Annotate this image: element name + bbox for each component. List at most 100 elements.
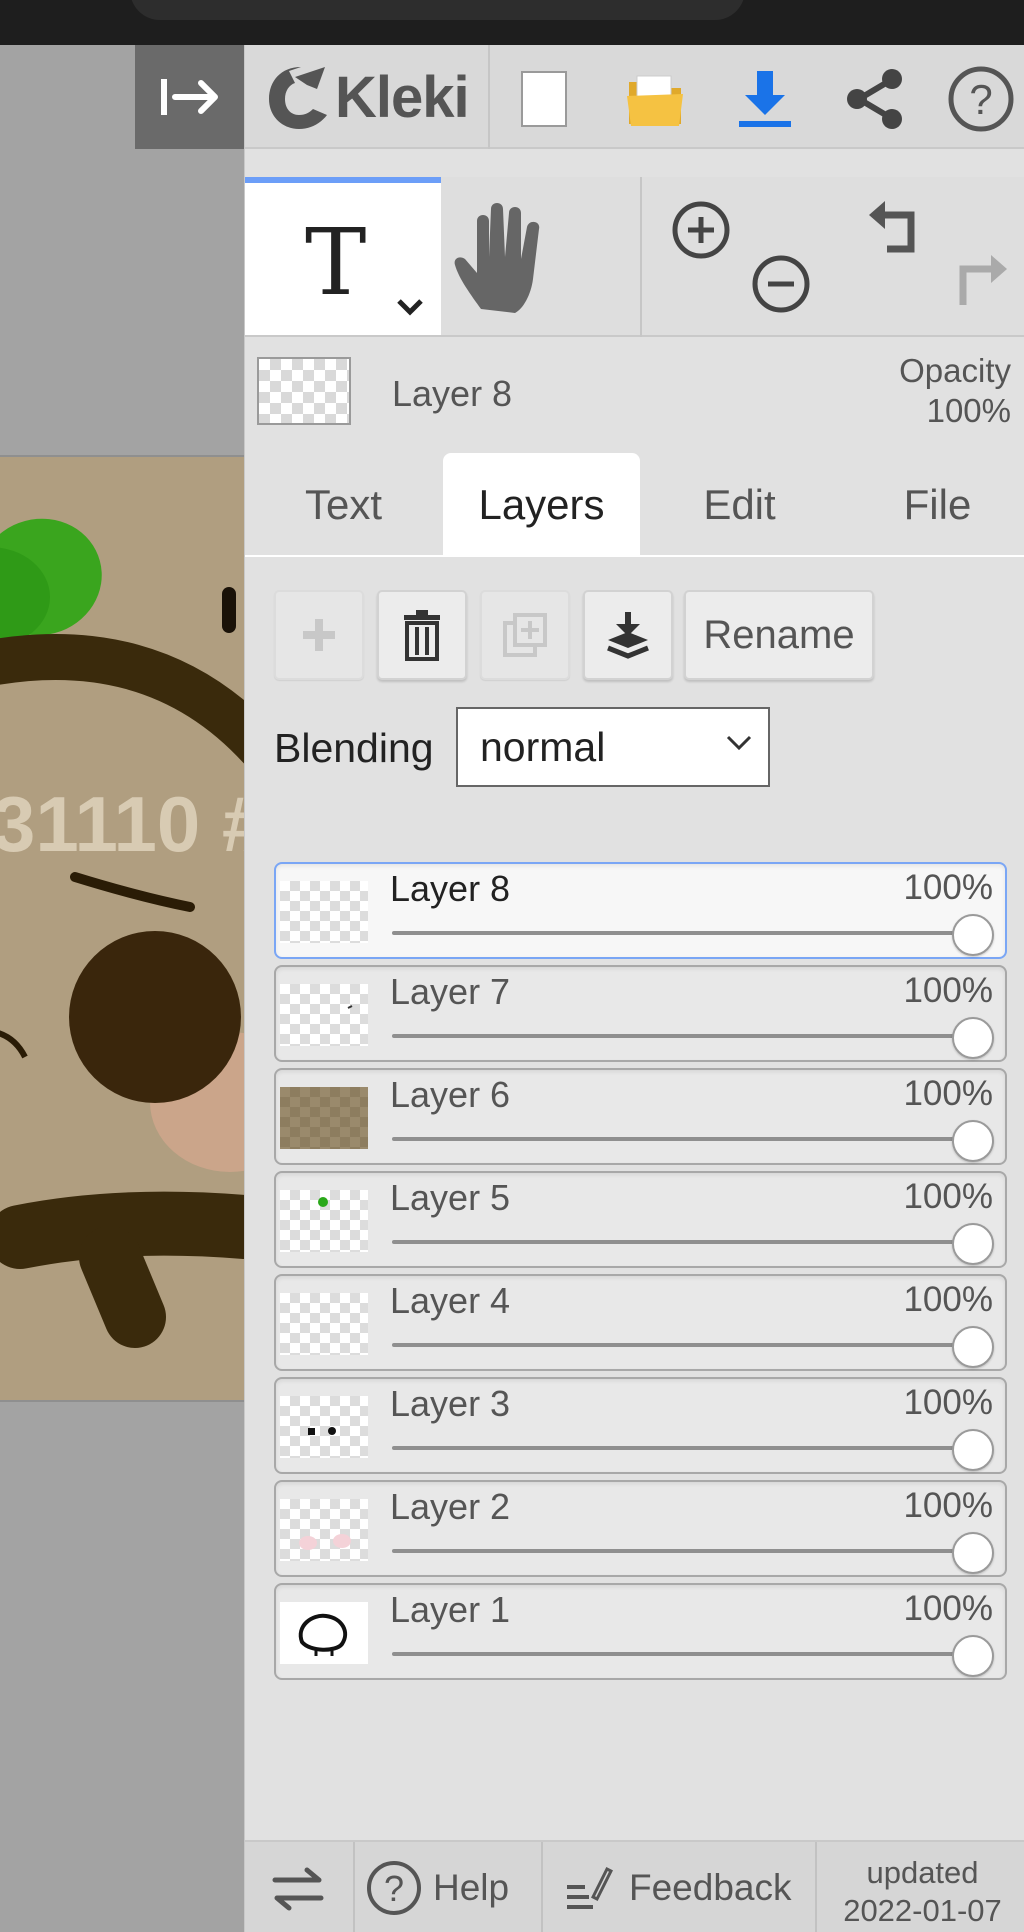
layer-opacity: 100%	[903, 971, 993, 1010]
layer-opacity-slider[interactable]	[392, 1652, 980, 1656]
feedback-link[interactable]: Feedback	[563, 1842, 792, 1932]
tool-divider	[640, 177, 642, 337]
chevron-down-icon	[726, 735, 752, 751]
layer-thumbnail	[280, 1087, 368, 1149]
layer-thumbnail-content	[298, 1613, 348, 1656]
text-tool-icon: T	[305, 209, 367, 316]
layer-item-4[interactable]: Layer 4 100%	[274, 1274, 1007, 1371]
opacity-value: 100%	[926, 392, 1011, 429]
current-layer-thumbnail	[257, 357, 351, 425]
help-link[interactable]: ? Help	[365, 1842, 509, 1932]
zoom-in-icon[interactable]	[670, 199, 732, 261]
redo-icon[interactable]	[949, 253, 1009, 313]
status-bar-pill	[130, 0, 745, 20]
merge-layer-button[interactable]	[583, 590, 673, 680]
footer-divider	[815, 1842, 817, 1932]
layer-item-7[interactable]: Layer 7 100%	[274, 965, 1007, 1062]
layer-name: Layer 5	[390, 1177, 511, 1218]
layer-opacity-slider[interactable]	[392, 931, 980, 935]
share-button[interactable]	[839, 63, 911, 135]
layer-opacity-slider[interactable]	[392, 1137, 980, 1141]
layer-item-2[interactable]: Layer 2 100%	[274, 1480, 1007, 1577]
hand-icon	[454, 203, 540, 313]
layer-opacity: 100%	[903, 1589, 993, 1628]
header-divider	[488, 45, 490, 149]
layer-opacity-handle[interactable]	[952, 1635, 994, 1677]
layer-thumbnail-content	[308, 1427, 336, 1435]
feedback-label: Feedback	[629, 1867, 792, 1908]
feedback-pencil-icon	[567, 1866, 613, 1909]
help-circle-icon: ?	[367, 1861, 421, 1915]
app-name: Kleki	[335, 64, 470, 130]
layer-item-8[interactable]: Layer 8 100%	[274, 862, 1007, 959]
panel-tabs: Text Layers Edit File	[245, 453, 1024, 557]
layer-opacity: 100%	[903, 1280, 993, 1319]
layer-item-6[interactable]: Layer 6 100%	[274, 1068, 1007, 1165]
layer-opacity: 100%	[903, 1074, 993, 1113]
chevron-down-icon[interactable]	[395, 297, 425, 317]
layer-opacity: 100%	[903, 1486, 993, 1525]
canvas-artwork	[0, 518, 244, 1348]
layer-opacity-slider[interactable]	[392, 1240, 980, 1244]
trash-icon	[404, 610, 440, 661]
layer-thumbnail	[280, 1499, 368, 1561]
drawing-canvas[interactable]: 31110 #	[0, 455, 244, 1402]
duplicate-icon	[503, 613, 547, 657]
opacity-label: Opacity	[899, 352, 1011, 389]
layer-opacity-handle[interactable]	[952, 1532, 994, 1574]
layer-name: Layer 7	[390, 971, 511, 1012]
layer-opacity-slider[interactable]	[392, 1034, 980, 1038]
layer-name: Layer 4	[390, 1280, 511, 1321]
duplicate-layer-button[interactable]	[480, 590, 570, 680]
footer-divider	[541, 1842, 543, 1932]
side-panel: Kleki ? T Layer 8 Opacity 100% Text Laye…	[244, 45, 1024, 1932]
layer-opacity-handle[interactable]	[952, 914, 994, 956]
share-icon	[847, 69, 902, 129]
layer-thumbnail	[280, 881, 368, 943]
help-label: Help	[433, 1867, 510, 1908]
layer-opacity-slider[interactable]	[392, 1446, 980, 1450]
collapse-panel-button[interactable]	[135, 45, 244, 149]
layer-opacity-slider[interactable]	[392, 1343, 980, 1347]
swap-side-button[interactable]	[271, 1842, 325, 1932]
svg-text:?: ?	[969, 76, 992, 123]
header-bar: Kleki ?	[245, 45, 1024, 149]
help-button[interactable]: ?	[945, 63, 1017, 135]
layer-opacity-handle[interactable]	[952, 1223, 994, 1265]
zoom-out-icon[interactable]	[750, 253, 812, 315]
add-layer-button[interactable]	[274, 590, 364, 680]
delete-layer-button[interactable]	[377, 590, 467, 680]
kleki-logo[interactable]: Kleki	[267, 61, 470, 133]
help-circle-icon: ?	[948, 66, 1014, 132]
layer-opacity-handle[interactable]	[952, 1017, 994, 1059]
text-tool-button[interactable]: T	[245, 177, 441, 335]
download-icon	[739, 71, 791, 127]
footer-divider	[353, 1842, 355, 1932]
tab-file[interactable]: File	[839, 453, 1024, 557]
folder-icon	[627, 75, 683, 126]
blending-select[interactable]: normal	[456, 707, 770, 787]
tab-text[interactable]: Text	[245, 453, 442, 557]
layer-item-3[interactable]: Layer 3 100%	[274, 1377, 1007, 1474]
layer-item-5[interactable]: Layer 5 100%	[274, 1171, 1007, 1268]
footer-bar: ? Help Feedback updated 2022-01-07	[245, 1840, 1024, 1932]
hand-tool-button[interactable]	[451, 199, 561, 319]
save-image-button[interactable]	[729, 63, 801, 135]
layer-opacity-handle[interactable]	[952, 1429, 994, 1471]
tab-edit[interactable]: Edit	[641, 453, 838, 557]
layer-name: Layer 8	[390, 868, 511, 909]
updated-label: updated	[866, 1855, 979, 1890]
layer-opacity-handle[interactable]	[952, 1120, 994, 1162]
layer-opacity-slider[interactable]	[392, 1549, 980, 1553]
layer-thumbnail-content	[347, 1005, 353, 1009]
open-image-button[interactable]	[619, 63, 691, 135]
canvas-watermark-text: 31110 #	[0, 780, 244, 868]
undo-icon[interactable]	[867, 199, 927, 259]
layer-opacity-handle[interactable]	[952, 1326, 994, 1368]
blending-label: Blending	[274, 725, 434, 771]
layer-item-1[interactable]: Layer 1 100%	[274, 1583, 1007, 1680]
swap-arrows-icon	[272, 1867, 324, 1911]
new-image-button[interactable]	[508, 63, 580, 135]
tab-layers[interactable]: Layers	[443, 453, 640, 557]
rename-layer-button[interactable]: Rename	[684, 590, 874, 680]
